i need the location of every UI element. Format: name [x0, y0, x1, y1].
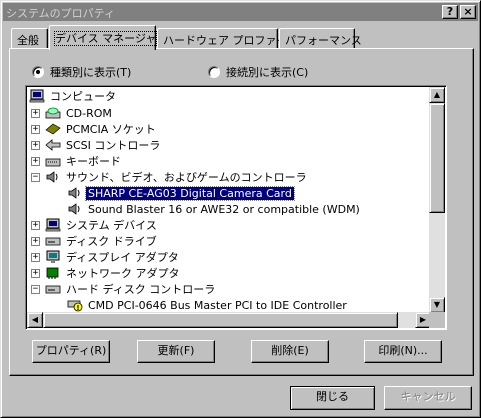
tab-general[interactable]: 全般: [11, 28, 48, 48]
tree-device-cmd-ide-controller[interactable]: ! CMD PCI-0646 Bus Master PCI to IDE Con…: [67, 297, 349, 313]
tab-hardware-profiles[interactable]: ハードウェア プロファイル: [157, 28, 299, 48]
properties-button[interactable]: プロパティ(R): [32, 340, 110, 363]
tab-label: パフォーマンス: [285, 34, 362, 47]
tree-item-pcmcia[interactable]: PCMCIA ソケット: [45, 121, 158, 137]
scroll-left-button[interactable]: ◀: [27, 312, 43, 328]
tree-label: コンピュータ: [50, 90, 116, 103]
refresh-button[interactable]: 更新(F): [137, 340, 215, 363]
radio-indicator: [32, 66, 44, 78]
network-adapter-icon: [46, 267, 59, 279]
expand-toggle[interactable]: +: [31, 253, 40, 262]
tab-performance[interactable]: パフォーマンス: [279, 28, 362, 48]
title-bar: システムのプロパティ ? ×: [3, 3, 478, 21]
window-title: システムのプロパティ: [6, 7, 116, 20]
radio-indicator: [208, 66, 220, 78]
device-manager-panel: 種類別に表示(T) 接続別に表示(C) コンピュータ + CD-ROM + PC…: [9, 48, 474, 376]
tree-item-scsi[interactable]: SCSI コントローラ: [45, 137, 162, 153]
disk-drive-icon: [45, 237, 61, 246]
system-device-icon: [45, 218, 61, 232]
vertical-scrollbar[interactable]: ▲ ▼: [429, 87, 445, 313]
close-button[interactable]: 閉じる: [290, 386, 375, 410]
sound-icon: [46, 171, 58, 183]
tree-label: SCSI コントローラ: [66, 139, 161, 152]
tree-root-computer[interactable]: コンピュータ: [29, 88, 118, 104]
tree-item-network-adapters[interactable]: ネットワーク アダプタ: [45, 265, 182, 281]
tree-label: CD-ROM: [66, 106, 112, 120]
radio-label: 種類別に表示(T): [50, 66, 132, 79]
tree-item-sound-video-game[interactable]: サウンド、ビデオ、およびゲームのコントローラ: [45, 169, 309, 185]
tree-item-disk-drives[interactable]: ディスク ドライブ: [45, 233, 159, 249]
computer-icon: [29, 89, 45, 103]
tree-label: CMD PCI-0646 Bus Master PCI to IDE Contr…: [88, 298, 347, 312]
expand-toggle[interactable]: +: [31, 269, 40, 278]
horizontal-scroll-thumb[interactable]: [43, 312, 398, 328]
tree-item-keyboard[interactable]: キーボード: [45, 153, 123, 169]
view-by-connection-radio[interactable]: 接続別に表示(C): [208, 65, 308, 79]
collapse-toggle[interactable]: −: [31, 173, 40, 182]
vertical-scroll-thumb[interactable]: [429, 103, 445, 213]
tree-label: ディスク ドライブ: [66, 235, 157, 248]
expand-toggle[interactable]: +: [31, 221, 40, 230]
keyboard-icon: [45, 158, 61, 167]
tree-item-system-devices[interactable]: システム デバイス: [45, 217, 159, 233]
tree-label: システム デバイス: [66, 219, 157, 232]
tree-item-hdd-controllers[interactable]: ハード ディスク コントローラ: [45, 281, 217, 297]
device-tree[interactable]: コンピュータ + CD-ROM + PCMCIA ソケット + SCSI コント…: [25, 85, 447, 330]
scroll-up-button[interactable]: ▲: [429, 87, 445, 103]
view-by-type-radio[interactable]: 種類別に表示(T): [32, 65, 131, 79]
sound-device-icon: [68, 187, 80, 199]
system-properties-window: システムのプロパティ ? × 全般 デバイス マネージャ ハードウェア プロファ…: [0, 0, 481, 418]
close-window-button[interactable]: ×: [460, 5, 476, 19]
expand-toggle[interactable]: +: [31, 141, 40, 150]
horizontal-scrollbar[interactable]: ◀ ▶: [27, 312, 431, 328]
expand-toggle[interactable]: +: [31, 157, 40, 166]
collapse-toggle[interactable]: −: [31, 285, 40, 294]
cancel-button[interactable]: キャンセル: [384, 386, 472, 410]
tab-label: 全般: [17, 34, 39, 47]
remove-button[interactable]: 削除(E): [251, 340, 329, 363]
display-adapter-icon: [46, 250, 60, 263]
expand-toggle[interactable]: +: [31, 237, 40, 246]
sound-device-icon: [68, 203, 80, 215]
tab-device-manager[interactable]: デバイス マネージャ: [49, 25, 158, 50]
scroll-down-button[interactable]: ▼: [429, 297, 445, 313]
pcmcia-icon: [45, 123, 61, 135]
help-button[interactable]: ?: [442, 5, 458, 19]
tree-label: ハード ディスク コントローラ: [66, 283, 216, 296]
tree-device-sound-blaster[interactable]: Sound Blaster 16 or AWE32 or compatible …: [67, 201, 362, 217]
tree-label: Sound Blaster 16 or AWE32 or compatible …: [88, 202, 360, 216]
tree-item-display-adapters[interactable]: ディスプレイ アダプタ: [45, 249, 181, 265]
expand-toggle[interactable]: +: [31, 125, 40, 134]
tree-label: SHARP CE-AG03 Digital Camera Card: [85, 185, 295, 201]
scroll-corner: [429, 312, 445, 328]
print-button[interactable]: 印刷(N)...: [364, 340, 442, 363]
expand-toggle[interactable]: +: [31, 109, 40, 118]
hdd-controller-icon: [45, 285, 61, 294]
tree-label: サウンド、ビデオ、およびゲームのコントローラ: [66, 171, 307, 184]
tree-device-sharp-camera-card[interactable]: SHARP CE-AG03 Digital Camera Card: [67, 185, 295, 201]
tab-label: デバイス マネージャ: [53, 31, 158, 46]
tree-label: キーボード: [66, 155, 121, 168]
warning-icon: !: [67, 300, 83, 312]
tree-label: ディスプレイ アダプタ: [66, 251, 179, 264]
tree-item-cdrom[interactable]: CD-ROM: [45, 105, 114, 121]
scsi-icon: [45, 139, 61, 151]
tree-label: ネットワーク アダプタ: [66, 267, 180, 280]
svg-text:!: !: [76, 304, 79, 312]
radio-label: 接続別に表示(C): [226, 66, 309, 79]
tree-label: PCMCIA ソケット: [66, 123, 156, 136]
cdrom-icon: [45, 107, 61, 119]
